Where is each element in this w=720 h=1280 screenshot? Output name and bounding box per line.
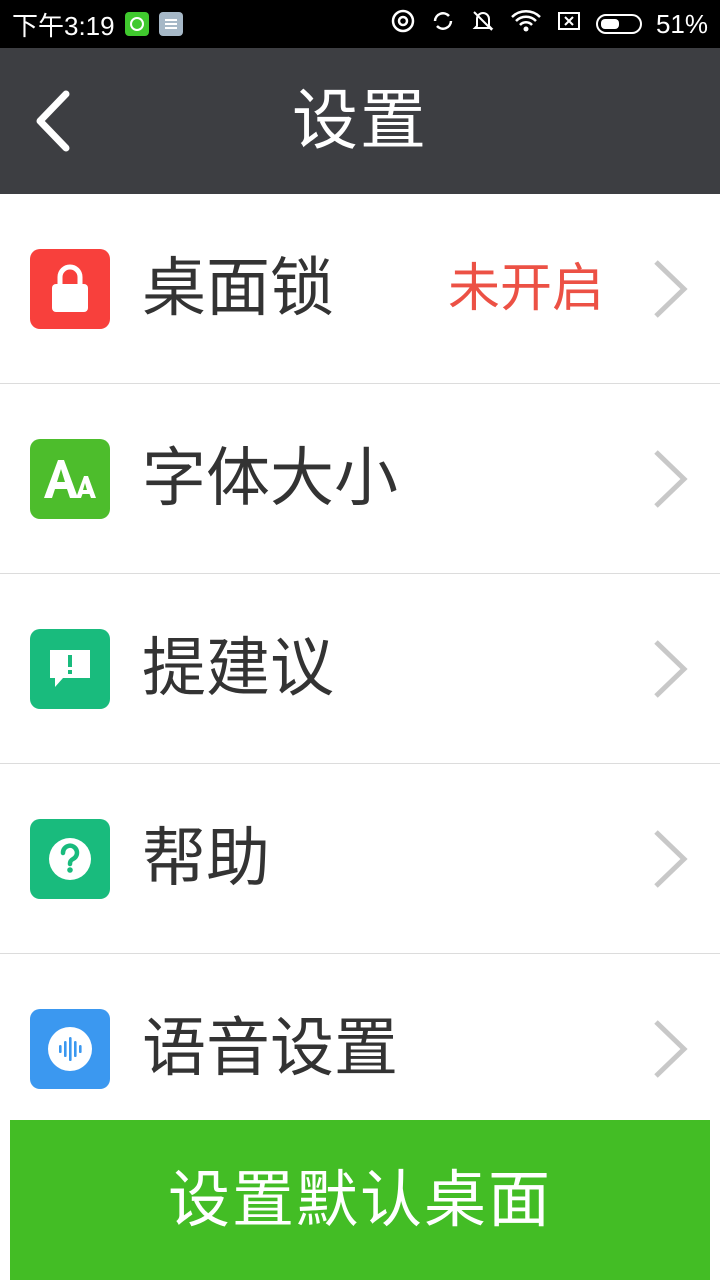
page-title: 设置 xyxy=(292,82,428,159)
settings-list: 桌面锁 未开启 字体大小 提建议 帮助 语音设置 xyxy=(0,194,720,1144)
chevron-right-icon xyxy=(654,830,688,888)
settings-item-status: 未开启 xyxy=(447,259,604,319)
chevron-right-icon xyxy=(654,450,688,508)
wifi-icon xyxy=(510,8,542,41)
help-icon xyxy=(30,819,110,899)
no-sim-icon xyxy=(556,8,582,41)
status-bar: 下午3:19 51% xyxy=(0,0,720,48)
chevron-right-icon xyxy=(654,640,688,698)
lock-icon xyxy=(30,249,110,329)
status-time: 下午3:19 xyxy=(12,10,115,41)
set-default-desktop-button[interactable]: 设置默认桌面 xyxy=(10,1120,710,1280)
settings-item-label: 桌面锁 xyxy=(142,252,334,326)
chevron-right-icon xyxy=(654,1020,688,1078)
mute-icon xyxy=(470,8,496,41)
wechat-app-icon xyxy=(124,12,149,36)
voice-icon xyxy=(30,1009,110,1089)
settings-item-help[interactable]: 帮助 xyxy=(0,764,720,954)
font-size-icon xyxy=(30,439,110,519)
chevron-right-icon xyxy=(654,260,688,318)
feedback-icon xyxy=(30,629,110,709)
app-header: 设置 xyxy=(0,48,720,194)
settings-item-voice[interactable]: 语音设置 xyxy=(0,954,720,1144)
battery-percent: 51% xyxy=(655,8,708,39)
nfc-icon xyxy=(390,8,416,41)
settings-item-label: 语音设置 xyxy=(142,1012,398,1086)
settings-item-label: 字体大小 xyxy=(142,442,398,516)
settings-item-feedback[interactable]: 提建议 xyxy=(0,574,720,764)
settings-item-font-size[interactable]: 字体大小 xyxy=(0,384,720,574)
notes-app-icon xyxy=(158,12,183,36)
settings-item-label: 帮助 xyxy=(142,822,270,896)
battery-icon xyxy=(595,14,642,34)
settings-item-label: 提建议 xyxy=(142,632,334,706)
sync-icon xyxy=(430,8,456,41)
settings-item-desktop-lock[interactable]: 桌面锁 未开启 xyxy=(0,194,720,384)
